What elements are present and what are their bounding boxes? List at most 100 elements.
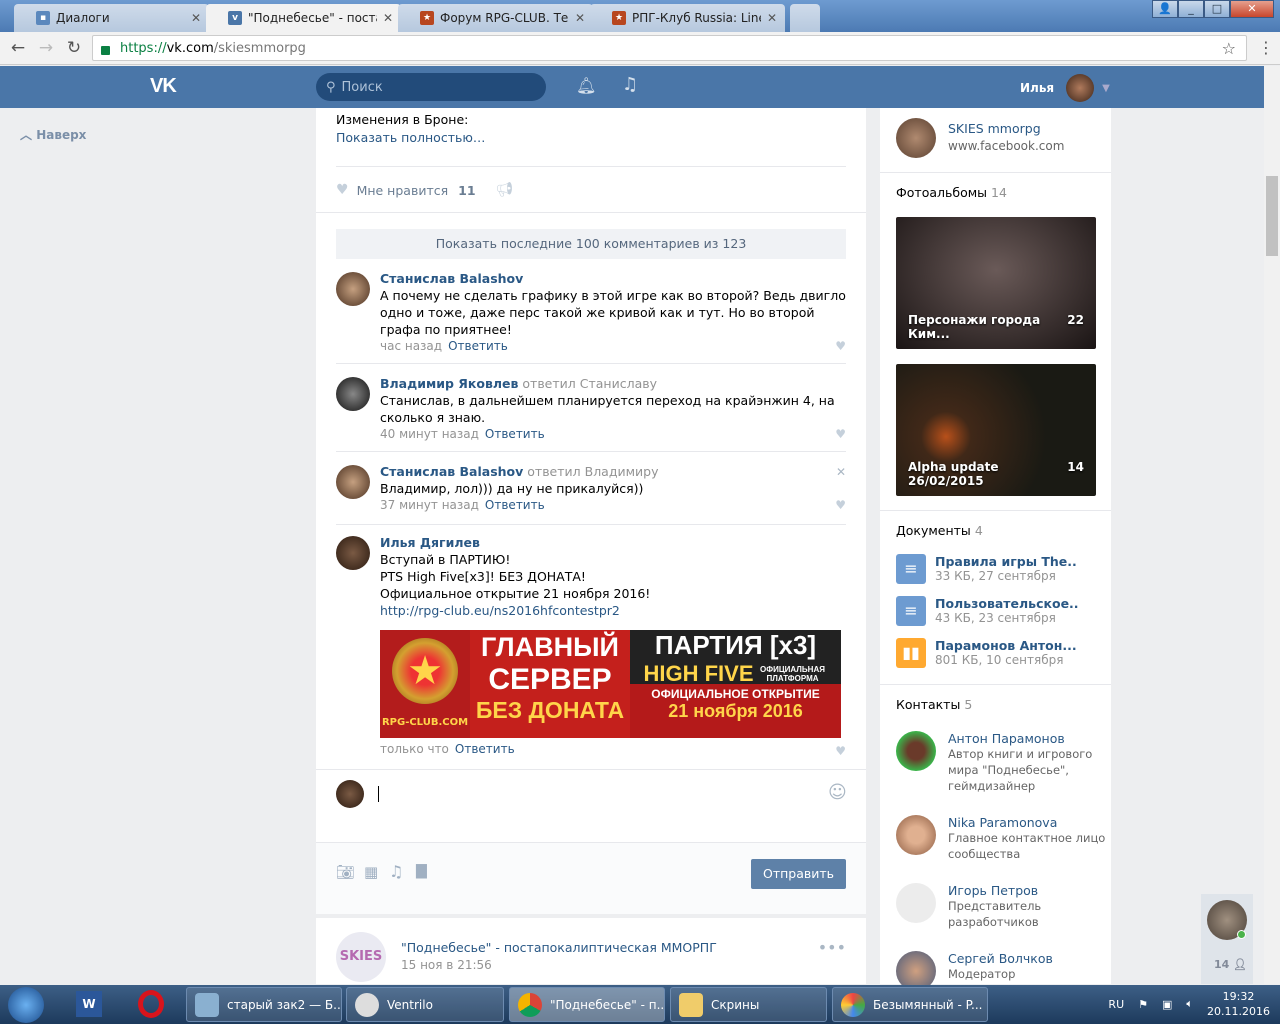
comment-author[interactable]: Станислав Balashov	[380, 464, 523, 479]
comment-link[interactable]: http://rpg-club.eu/ns2016hfcontestpr2	[380, 602, 846, 619]
like-heart-icon[interactable]: ♥	[835, 498, 846, 512]
promo-banner-image[interactable]: ★ RPG-CLUB.COM ГЛАВНЫЙ СЕРВЕР БЕЗ ДОНАТА…	[380, 630, 841, 738]
close-tab-icon[interactable]: ✕	[575, 11, 585, 25]
tab-skies[interactable]: v "Поднебесье" - постапо ✕	[206, 4, 401, 32]
browser-menu-icon[interactable]: ⋮	[1258, 38, 1274, 57]
avatar[interactable]	[336, 377, 370, 411]
tab-rpg-club[interactable]: ★ РПГ-Клуб Russia: Lineage ✕	[590, 4, 785, 32]
contacts-header[interactable]: Контакты 5	[896, 697, 972, 712]
start-button[interactable]	[8, 987, 44, 1023]
post-author[interactable]: "Поднебесье" - постапокалиптическая ММОР…	[401, 940, 717, 955]
community-avatar[interactable]: SKIES	[336, 932, 386, 982]
clock-time: 19:32	[1222, 990, 1255, 1003]
camera-icon[interactable]: 📷︎	[336, 863, 355, 881]
document-item[interactable]: ▮▮ Парамонов Антон... 801 КБ, 10 сентября	[896, 638, 1077, 672]
user-menu[interactable]: Илья ▼	[1020, 74, 1110, 102]
forward-icon[interactable]: →	[32, 38, 60, 58]
reply-link[interactable]: Ответить	[455, 742, 515, 756]
online-friends-panel[interactable]: 14 👤︎	[1201, 894, 1253, 984]
language-indicator[interactable]: RU	[1108, 998, 1124, 1011]
search-input[interactable]: ⚲ Поиск	[316, 73, 546, 101]
minimize-button[interactable]: _	[1178, 0, 1204, 18]
reply-link[interactable]: Ответить	[448, 339, 508, 353]
like-heart-icon[interactable]: ♥	[835, 339, 846, 353]
album-title: Персонажи города Ким...	[908, 313, 1041, 341]
documents-header[interactable]: Документы 4	[896, 523, 983, 538]
post-date[interactable]: 15 ноя в 21:56	[401, 958, 492, 972]
reload-icon[interactable]: ↻	[60, 38, 88, 58]
lock-icon	[101, 45, 110, 55]
wall-post: Изменения в Броне: Показать полностью… ♥…	[316, 108, 866, 842]
reply-link[interactable]: Ответить	[485, 427, 545, 441]
avatar[interactable]	[336, 465, 370, 499]
show-full-link[interactable]: Показать полностью…	[336, 130, 485, 145]
close-tab-icon[interactable]: ✕	[191, 11, 201, 25]
document-icon[interactable]: ▇	[416, 863, 427, 879]
back-label: Наверх	[36, 128, 87, 142]
word-icon[interactable]: W	[76, 991, 102, 1017]
back-icon[interactable]: ←	[4, 38, 32, 58]
page-scrollbar[interactable]	[1264, 66, 1280, 984]
like-button[interactable]: ♥ Мне нравится 11 📢︎	[336, 182, 513, 198]
clock[interactable]: 19:32 20.11.2016	[1207, 989, 1270, 1019]
tab-dialogs[interactable]: ▪ Диалоги ✕	[14, 4, 209, 32]
taskbar-item-notepad[interactable]: старый зак2 — Б...	[186, 987, 342, 1022]
taskbar-label: "Поднебесье" - п...	[550, 997, 665, 1012]
volume-icon[interactable]: 🔈︎	[1186, 997, 1193, 1011]
avatar[interactable]	[336, 536, 370, 570]
search-placeholder: Поиск	[341, 79, 383, 95]
album-tile[interactable]: Alpha update 26/02/2015 14	[896, 364, 1096, 496]
tab-forum[interactable]: ★ Форум RPG-CLUB. Тема ✕	[398, 4, 593, 32]
album-tile[interactable]: Персонажи города Ким... 22	[896, 217, 1096, 349]
new-tab-button[interactable]	[790, 4, 820, 32]
maximize-button[interactable]: □	[1204, 0, 1230, 18]
notifications-bell-icon[interactable]: 🔔︎	[576, 76, 596, 95]
link-title[interactable]: SKIES mmorpg	[948, 121, 1041, 136]
like-heart-icon[interactable]: ♥	[835, 744, 846, 758]
contact-item[interactable]: Игорь Петров Представитель разработчиков	[896, 883, 1106, 930]
comment-text: А почему не сделать графику в этой игре …	[380, 288, 846, 337]
delete-icon[interactable]: ✕	[836, 465, 846, 479]
video-icon[interactable]: ▦	[364, 863, 378, 881]
contact-desc: Автор книги и игрового мира "Поднебесье"…	[948, 747, 1093, 793]
show-comments-button[interactable]: Показать последние 100 комментариев из 1…	[336, 229, 846, 259]
close-tab-icon[interactable]: ✕	[383, 11, 393, 25]
reply-link[interactable]: Ответить	[485, 498, 545, 512]
chat-icon: ▪	[36, 11, 50, 25]
bookmark-star-icon[interactable]: ☆	[1222, 39, 1236, 58]
comment-author[interactable]: Станислав Balashov	[380, 271, 523, 286]
emoji-icon[interactable]: ☺	[828, 782, 847, 803]
online-count: 14	[1214, 958, 1230, 971]
url-input[interactable]: https://vk.com/skiesmmorpg ☆	[92, 35, 1247, 61]
contact-desc: Представитель разработчиков	[948, 899, 1042, 929]
scrollbar-thumb[interactable]	[1266, 176, 1278, 256]
comment-text: Владимир, лол))) да ну не прикалуйся))	[380, 481, 644, 496]
share-megaphone-icon[interactable]: 📢︎	[496, 182, 514, 198]
close-window-button[interactable]: ✕	[1230, 0, 1274, 18]
comment-input[interactable]	[378, 780, 846, 840]
music-icon[interactable]: ♫	[622, 74, 638, 95]
comment-author[interactable]: Илья Дягилев	[380, 535, 480, 550]
taskbar-item-folder[interactable]: Скрины	[670, 987, 827, 1022]
like-heart-icon[interactable]: ♥	[835, 427, 846, 441]
user-icon[interactable]: 👤	[1152, 0, 1178, 18]
comment-author[interactable]: Владимир Яковлев	[380, 376, 518, 391]
scroll-to-top-link[interactable]: ︿ Наверх	[20, 126, 86, 143]
more-options-icon[interactable]: •••	[818, 938, 846, 957]
network-icon[interactable]: ▣	[1162, 998, 1172, 1011]
audio-icon[interactable]: ♫	[389, 862, 403, 881]
vk-logo[interactable]: VK	[150, 75, 177, 98]
contact-item[interactable]: Антон Парамонов Автор книги и игрового ми…	[896, 731, 1106, 794]
close-tab-icon[interactable]: ✕	[767, 11, 777, 25]
taskbar-item-ventrilo[interactable]: Ventrilo	[346, 987, 504, 1022]
taskbar-item-chrome[interactable]: "Поднебесье" - п...	[509, 987, 665, 1022]
document-item[interactable]: ≡ Пользовательское.. 43 КБ, 23 сентября	[896, 596, 1079, 630]
albums-header[interactable]: Фотоальбомы 14	[896, 185, 1007, 200]
document-item[interactable]: ≡ Правила игры The.. 33 КБ, 27 сентября	[896, 554, 1077, 588]
opera-icon[interactable]	[138, 990, 164, 1018]
send-button[interactable]: Отправить	[751, 859, 846, 889]
taskbar-item-paint[interactable]: Безымянный - P...	[832, 987, 988, 1022]
avatar[interactable]	[336, 272, 370, 306]
contact-item[interactable]: Nika Paramonova Главное контактное лицо с…	[896, 815, 1106, 862]
action-center-flag-icon[interactable]: ⚑	[1138, 998, 1148, 1011]
